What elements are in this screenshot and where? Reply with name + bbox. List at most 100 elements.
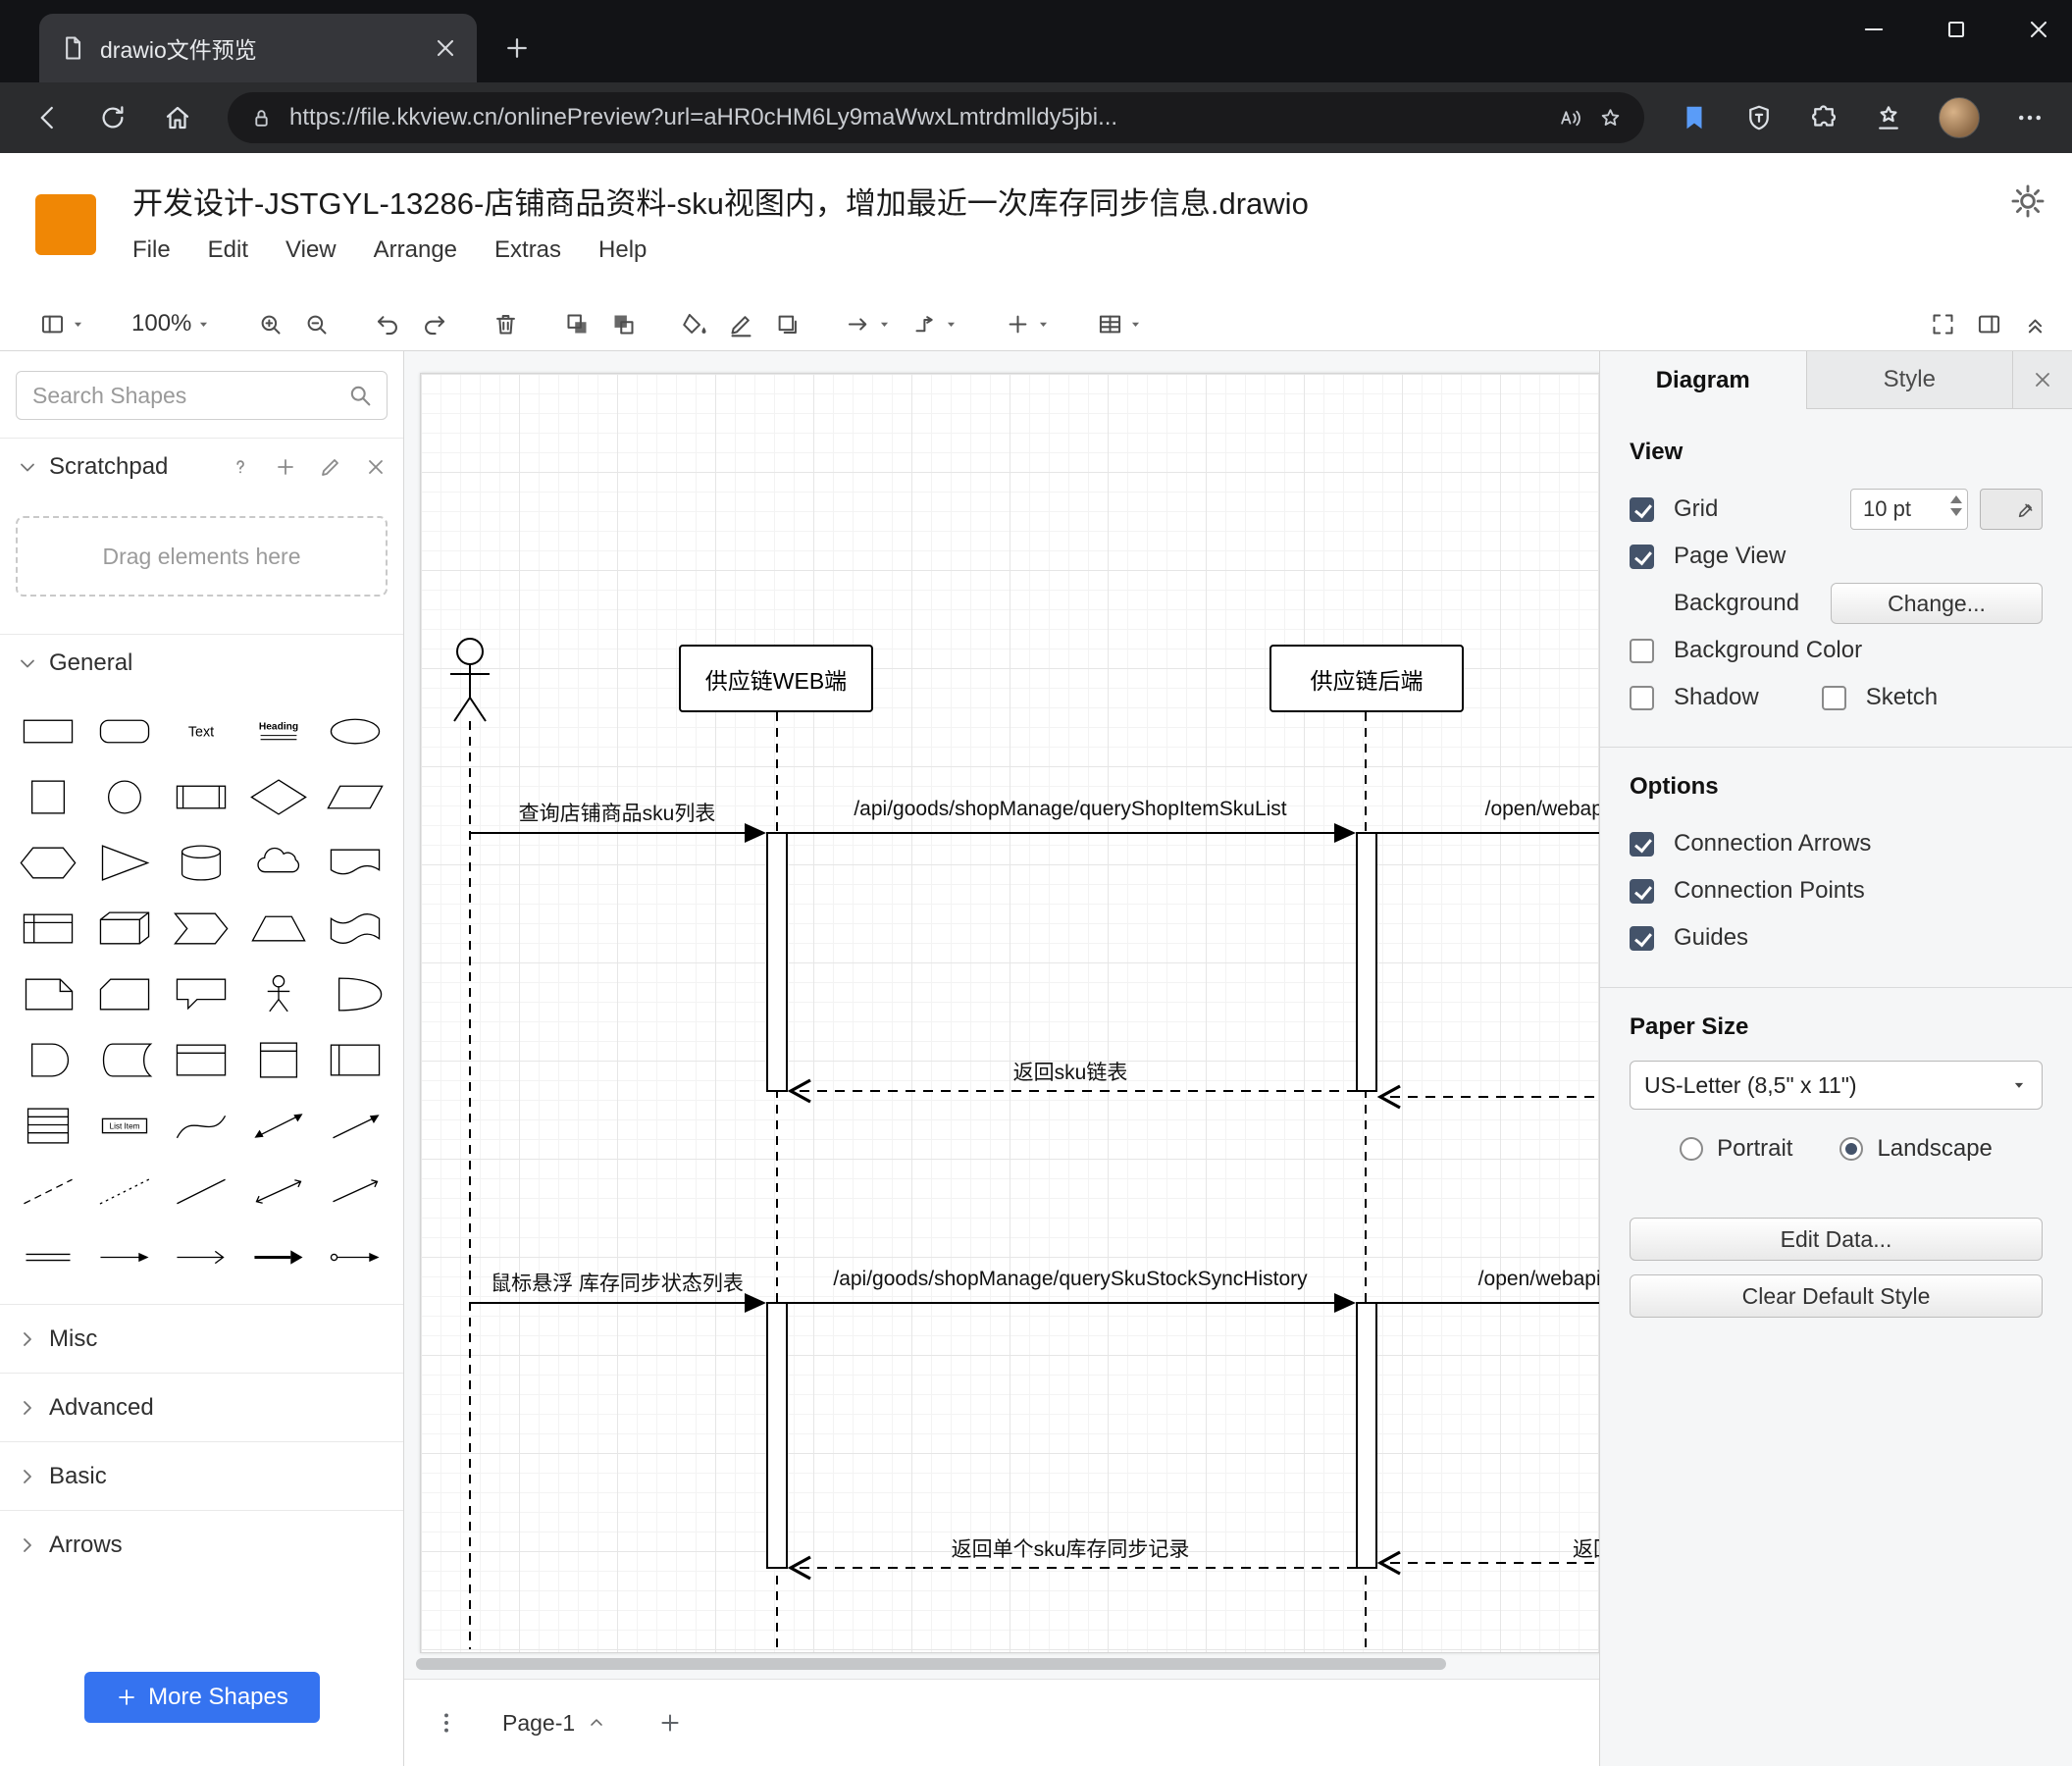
message-label-m1[interactable]: 查询店铺商品sku列表 [519, 798, 716, 827]
redo-button[interactable] [411, 302, 457, 345]
tab-style[interactable]: Style [1807, 351, 2013, 408]
menu-edit[interactable]: Edit [208, 234, 262, 266]
shape-cylinder[interactable] [163, 830, 239, 896]
more-shapes-button[interactable]: More Shapes [83, 1672, 320, 1723]
connection-arrows-checkbox[interactable] [1630, 831, 1654, 857]
shape-ellipse[interactable] [317, 699, 393, 764]
menu-extras[interactable]: Extras [494, 234, 575, 266]
zoom-in-button[interactable] [247, 302, 293, 345]
pages-menu-icon[interactable] [434, 1710, 459, 1736]
insert-button[interactable] [995, 302, 1062, 345]
landscape-radio[interactable] [1839, 1137, 1864, 1161]
shape-callout[interactable] [163, 961, 239, 1027]
diagram-page[interactable]: 供应链WEB端 供应链后端 查询店铺商品sku列表 /api/goods/sho… [420, 373, 1599, 1653]
shape-and[interactable] [10, 1027, 86, 1093]
collapse-toolbar-button[interactable] [2012, 302, 2058, 345]
connection-points-checkbox[interactable] [1630, 878, 1654, 904]
menu-file[interactable]: File [132, 234, 184, 266]
sidebar-section-general[interactable]: General [0, 634, 403, 691]
shape-link[interactable] [10, 1224, 86, 1290]
back-button[interactable] [33, 103, 63, 132]
window-minimize-button[interactable] [1860, 16, 1888, 43]
browser-menu-icon[interactable] [2015, 103, 2045, 132]
shadow-checkbox[interactable] [1630, 685, 1654, 710]
shape-cloud[interactable] [240, 830, 317, 896]
shadow-button[interactable] [764, 302, 810, 345]
sketch-checkbox[interactable] [1821, 685, 1846, 710]
sidebar-section-advanced[interactable]: Advanced [0, 1373, 403, 1441]
scratchpad-close-icon[interactable] [364, 455, 388, 479]
paper-size-select[interactable]: US-Letter (8,5" x 11") [1630, 1061, 2043, 1110]
diagram-canvas[interactable]: 供应链WEB端 供应链后端 查询店铺商品sku列表 /api/goods/sho… [404, 351, 1599, 1766]
shape-trapezoid[interactable] [240, 896, 317, 961]
address-bar[interactable]: https://file.kkview.cn/onlinePreview?url… [228, 92, 1644, 143]
background-change-button[interactable]: Change... [1831, 583, 2043, 624]
shape-horizontal-container[interactable] [317, 1027, 393, 1093]
scratchpad-dropzone[interactable]: Drag elements here [16, 516, 388, 597]
home-button[interactable] [163, 103, 192, 132]
profile-avatar[interactable] [1939, 97, 1980, 138]
shape-directional-connector[interactable] [317, 1159, 393, 1224]
shape-dashed-line[interactable] [10, 1159, 86, 1224]
message-label-m3[interactable]: /open/webapi/ [1485, 798, 1599, 821]
portrait-radio[interactable] [1680, 1137, 1704, 1161]
shape-diamond[interactable] [240, 764, 317, 830]
favorite-star-icon[interactable] [1598, 106, 1623, 130]
background-color-checkbox[interactable] [1630, 638, 1654, 663]
shape-tape[interactable] [317, 896, 393, 961]
shape-rounded-rectangle[interactable] [86, 699, 163, 764]
new-tab-button[interactable] [502, 33, 532, 63]
shape-note[interactable] [10, 961, 86, 1027]
menu-view[interactable]: View [285, 234, 350, 266]
shape-list[interactable] [10, 1093, 86, 1159]
shape-vertical-container[interactable] [240, 1027, 317, 1093]
shape-rectangle[interactable] [10, 699, 86, 764]
scratchpad-add-icon[interactable] [274, 455, 297, 479]
shape-line[interactable] [163, 1159, 239, 1224]
menu-arrange[interactable]: Arrange [374, 234, 471, 266]
format-close-button[interactable] [2013, 351, 2072, 408]
shape-document[interactable] [317, 830, 393, 896]
read-aloud-icon[interactable] [1558, 106, 1582, 130]
delete-button[interactable] [483, 302, 529, 345]
lifeline-box-web[interactable]: 供应链WEB端 [679, 645, 873, 712]
shape-or[interactable] [317, 961, 393, 1027]
shape-data-storage[interactable] [86, 1027, 163, 1093]
view-button[interactable] [29, 302, 96, 345]
message-label-r3[interactable]: 返回 [1573, 1533, 1599, 1563]
sidebar-section-basic[interactable]: Basic [0, 1441, 403, 1510]
shape-square[interactable] [10, 764, 86, 830]
shape-curve[interactable] [163, 1093, 239, 1159]
message-label-m4[interactable]: 鼠标悬浮 库存同步状态列表 [491, 1268, 744, 1297]
grid-size-spinner[interactable] [1950, 495, 1962, 516]
to-front-button[interactable] [554, 302, 600, 345]
actor-figure[interactable] [450, 638, 490, 722]
extension-bookmark-icon[interactable] [1680, 103, 1709, 132]
shape-bidirectional-arrow[interactable] [240, 1093, 317, 1159]
message-label-m5[interactable]: /api/goods/shopManage/querySkuStockSyncH… [833, 1268, 1307, 1291]
shape-arrow-open[interactable] [163, 1224, 239, 1290]
shape-step[interactable] [163, 896, 239, 961]
message-label-m2[interactable]: /api/goods/shopManage/queryShopItemSkuLi… [854, 798, 1286, 821]
shape-heading[interactable]: Heading [240, 699, 317, 764]
zoom-out-button[interactable] [293, 302, 339, 345]
activation-web-1[interactable] [766, 832, 788, 1092]
search-shapes-input[interactable] [16, 371, 388, 420]
message-label-r2[interactable]: 返回单个sku库存同步记录 [952, 1533, 1190, 1563]
browser-tab[interactable]: drawio文件预览 [39, 14, 477, 82]
page-tab[interactable]: Page-1 [473, 1680, 637, 1766]
page-view-checkbox[interactable] [1630, 544, 1654, 569]
shape-internal-storage[interactable] [10, 896, 86, 961]
grid-color-swatch[interactable] [1980, 489, 2043, 530]
shape-arrow[interactable] [317, 1093, 393, 1159]
shape-actor[interactable] [240, 961, 317, 1027]
line-color-button[interactable] [718, 302, 764, 345]
edit-data-button[interactable]: Edit Data... [1630, 1218, 2043, 1261]
refresh-button[interactable] [98, 103, 128, 132]
extension-shield-icon[interactable] [1744, 103, 1774, 132]
format-panel-toggle-button[interactable] [1966, 302, 2012, 345]
guides-checkbox[interactable] [1630, 925, 1654, 951]
shape-container[interactable] [163, 1027, 239, 1093]
tab-close-icon[interactable] [432, 34, 459, 62]
horizontal-scrollbar[interactable] [410, 1657, 1593, 1671]
